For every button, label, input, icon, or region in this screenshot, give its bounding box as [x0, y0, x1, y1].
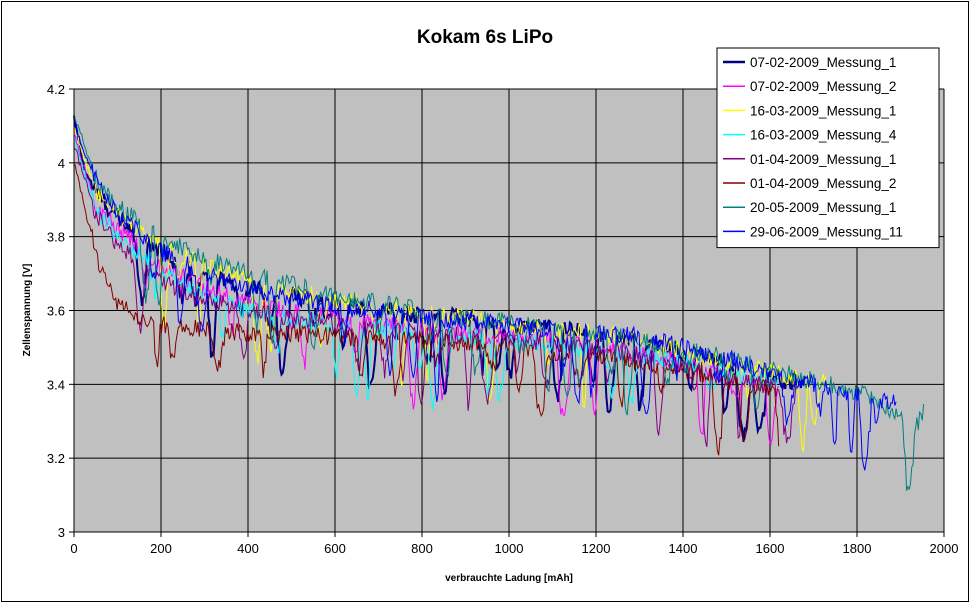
x-tick-label: 1400	[669, 541, 698, 556]
legend-entry: 20-05-2009_Messung_1	[750, 200, 896, 215]
x-tick-label: 600	[324, 541, 346, 556]
legend-entry: 16-03-2009_Messung_4	[750, 128, 897, 143]
y-axis-label: Zellenspannung [V]	[22, 264, 33, 357]
legend-entry: 07-02-2009_Messung_2	[750, 79, 896, 94]
y-tick-label: 3	[58, 525, 65, 540]
legend: 07-02-2009_Messung_1 07-02-2009_Messung_2…	[716, 47, 940, 249]
legend-box	[716, 47, 940, 249]
legend-entry: 01-04-2009_Messung_1	[750, 152, 896, 167]
x-tick-label: 1800	[843, 541, 872, 556]
chart: Kokam 6s LiPo 0 200 400 600 800 1000 1200 1400 1…	[22, 27, 959, 584]
y-tick-label: 3.8	[47, 230, 65, 245]
legend-entry: 07-02-2009_Messung_1	[750, 55, 896, 70]
x-tick-label: 1200	[582, 541, 611, 556]
x-tick-label: 400	[237, 541, 259, 556]
y-tick-label: 4	[58, 156, 65, 171]
x-tick-label: 2000	[930, 541, 959, 556]
x-tick-label: 1600	[756, 541, 785, 556]
x-axis-label: verbrauchte Ladung [mAh]	[445, 573, 573, 584]
x-tick-label: 0	[70, 541, 77, 556]
y-tick-label: 4.2	[47, 82, 65, 97]
legend-entry: 29-06-2009_Messung_11	[750, 224, 903, 239]
legend-entry: 01-04-2009_Messung_2	[750, 176, 896, 191]
x-tick-label: 800	[411, 541, 433, 556]
legend-entry: 16-03-2009_Messung_1	[750, 103, 896, 118]
x-tick-label: 200	[150, 541, 172, 556]
chart-title: Kokam 6s LiPo	[417, 27, 553, 48]
x-tick-label: 1000	[495, 541, 524, 556]
y-tick-label: 3.2	[47, 451, 65, 466]
y-tick-label: 3.6	[47, 304, 65, 319]
y-tick-label: 3.4	[47, 377, 65, 392]
